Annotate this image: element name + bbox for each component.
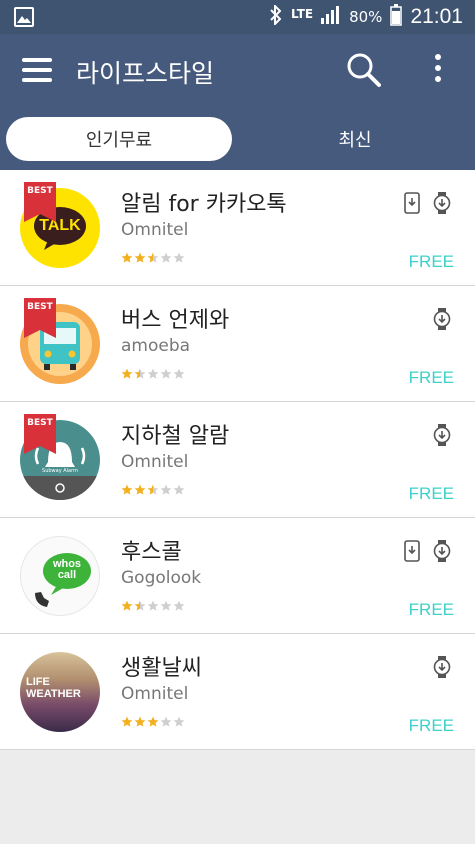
phone-icon xyxy=(403,540,421,566)
network-type: LTE xyxy=(291,7,314,21)
star xyxy=(134,600,146,611)
icon-text: Subway Alarm xyxy=(42,468,78,474)
rating-stars xyxy=(121,252,185,264)
watch-icon xyxy=(433,192,451,218)
app-name: 알림 for 카카오톡 xyxy=(121,192,287,217)
star xyxy=(160,252,172,263)
list-item[interactable]: BEST 버스 언제와 amoeba FREE xyxy=(0,286,475,402)
developer-name: Gogolook xyxy=(121,568,202,588)
star xyxy=(173,252,185,263)
star xyxy=(147,368,159,379)
star xyxy=(160,368,172,379)
rating-stars xyxy=(121,716,185,728)
star xyxy=(160,716,172,727)
star xyxy=(121,716,133,727)
best-badge: BEST xyxy=(24,414,56,454)
app-icon: Subway Alarm BEST xyxy=(20,414,100,500)
star xyxy=(160,484,172,495)
gallery-notification-icon xyxy=(14,7,34,27)
tab-bar: 인기무료 최신 xyxy=(0,108,475,170)
app-name: 후스콜 xyxy=(121,540,182,565)
app-bar: 라이프스타일 xyxy=(0,34,475,108)
star xyxy=(147,600,159,611)
list-item[interactable]: TALK BEST 알림 for 카카오톡 Omnitel FREE xyxy=(0,170,475,286)
watch-icon xyxy=(433,540,451,566)
rating-stars xyxy=(121,484,185,496)
price-label: FREE xyxy=(408,484,454,503)
star xyxy=(121,252,133,263)
search-icon[interactable] xyxy=(346,52,382,88)
star xyxy=(121,600,133,611)
watch-icon xyxy=(433,308,451,334)
app-icon: whos call xyxy=(20,536,100,616)
app-icon: TALK BEST xyxy=(20,182,100,268)
phone-icon xyxy=(403,192,421,218)
star xyxy=(134,484,146,495)
list-item[interactable]: whos call 후스콜 Gogolook FREE xyxy=(0,518,475,634)
app-list: TALK BEST 알림 for 카카오톡 Omnitel FREE BEST … xyxy=(0,170,475,750)
star xyxy=(121,368,133,379)
tab-new[interactable]: 최신 xyxy=(240,117,470,161)
star xyxy=(173,484,185,495)
price-label: FREE xyxy=(408,716,454,735)
bluetooth-icon xyxy=(269,3,283,29)
developer-name: Omnitel xyxy=(121,220,189,240)
battery-icon xyxy=(390,4,403,30)
star xyxy=(173,600,185,611)
app-icon: LIFE WEATHER xyxy=(20,652,100,732)
more-options-icon[interactable] xyxy=(432,54,444,88)
star xyxy=(134,252,146,263)
rating-stars xyxy=(121,368,185,380)
star xyxy=(134,716,146,727)
signal-icon xyxy=(321,6,341,28)
clock: 21:01 xyxy=(410,5,463,28)
price-label: FREE xyxy=(408,368,454,387)
star xyxy=(121,484,133,495)
icon-text: whos call xyxy=(52,558,82,581)
star xyxy=(173,716,185,727)
status-bar: LTE 80% 21:01 xyxy=(0,0,475,34)
tab-popular-free[interactable]: 인기무료 xyxy=(6,117,232,161)
star xyxy=(147,484,159,495)
app-name: 지하철 알람 xyxy=(121,424,230,449)
star xyxy=(160,600,172,611)
developer-name: Omnitel xyxy=(121,684,189,704)
star xyxy=(147,716,159,727)
watch-icon xyxy=(433,656,451,682)
star xyxy=(147,252,159,263)
app-icon: BEST xyxy=(20,298,100,384)
list-item[interactable]: Subway Alarm BEST 지하철 알람 Omnitel FREE xyxy=(0,402,475,518)
best-badge: BEST xyxy=(24,298,56,338)
icon-text: LIFE WEATHER xyxy=(26,676,81,700)
rating-stars xyxy=(121,600,185,612)
menu-icon[interactable] xyxy=(22,58,52,82)
price-label: FREE xyxy=(408,600,454,619)
battery-percent: 80% xyxy=(349,8,383,26)
list-item[interactable]: LIFE WEATHER 생활날씨 Omnitel FREE xyxy=(0,634,475,750)
star xyxy=(173,368,185,379)
developer-name: amoeba xyxy=(121,336,191,356)
developer-name: Omnitel xyxy=(121,452,189,472)
page-title: 라이프스타일 xyxy=(76,59,215,88)
app-name: 버스 언제와 xyxy=(121,308,230,333)
price-label: FREE xyxy=(408,252,454,271)
watch-icon xyxy=(433,424,451,450)
star xyxy=(134,368,146,379)
app-name: 생활날씨 xyxy=(121,656,202,681)
best-badge: BEST xyxy=(24,182,56,222)
